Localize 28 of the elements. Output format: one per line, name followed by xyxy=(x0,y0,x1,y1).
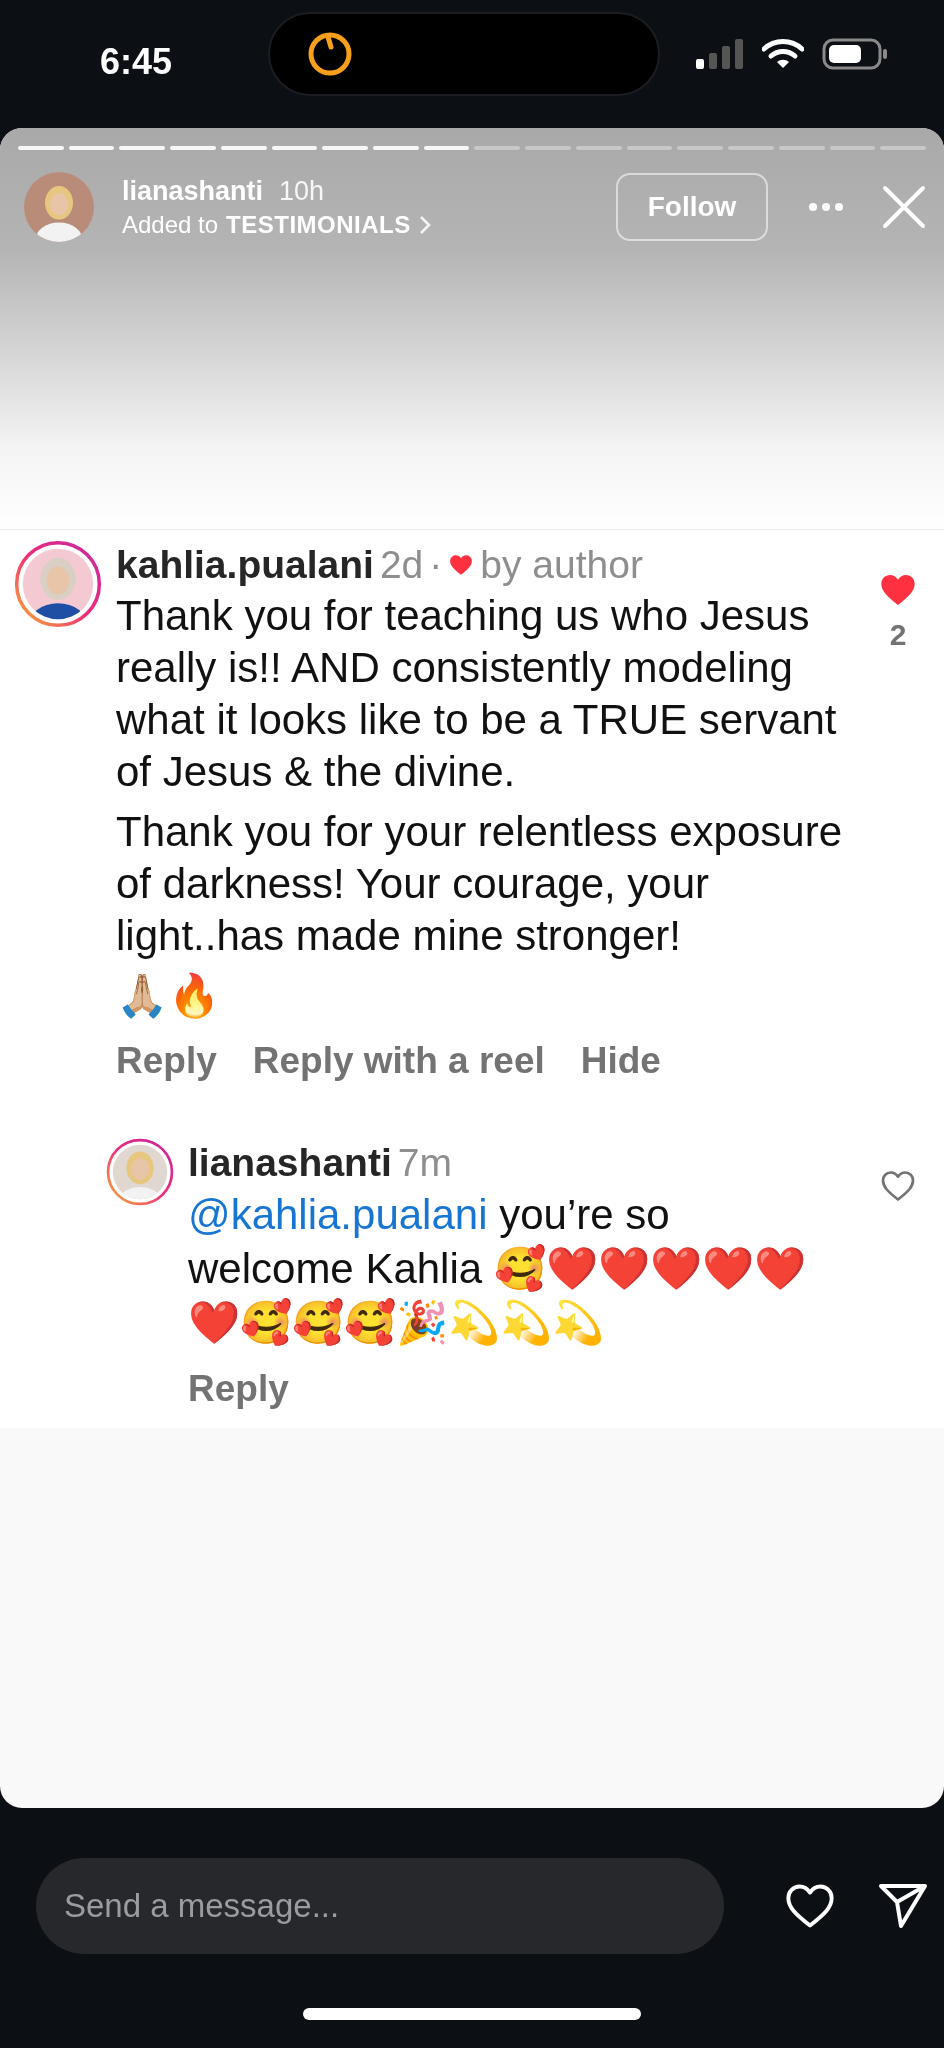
message-field[interactable]: Send a message... xyxy=(36,1858,724,1954)
send-icon[interactable] xyxy=(878,1883,928,1929)
wifi-icon xyxy=(762,39,804,69)
status-time: 6:45 xyxy=(100,41,174,83)
author-like-label: by author xyxy=(480,543,643,587)
comment-text: Thank you for your relentless exposure of darkness! Your courage, your light..has made mine stronger! xyxy=(116,807,844,961)
comment-text: Thank you for teaching us who Jesus really is!! AND consistently modeling what it looks like to be a TRUE servant of Jesus & the divine. xyxy=(116,591,838,797)
added-to-label: Added to xyxy=(122,210,219,239)
mention-link[interactable]: @kahlia.pualani xyxy=(188,1191,488,1238)
chevron-icon xyxy=(418,214,431,235)
separator: · xyxy=(429,543,443,587)
comment-time: 2d xyxy=(379,543,424,587)
reply-action[interactable]: Reply xyxy=(116,1040,217,1082)
signal-icon xyxy=(696,39,744,69)
like-count: 2 xyxy=(889,618,907,652)
reply-action[interactable]: Hide xyxy=(580,1040,661,1082)
reply-action[interactable]: Reply with a reel xyxy=(252,1040,545,1082)
heart-icon[interactable] xyxy=(784,1882,836,1930)
battery-icon xyxy=(822,38,888,70)
timer-icon xyxy=(306,30,354,78)
comment-username[interactable]: kahlia.pualani xyxy=(116,543,374,587)
reply-text: @kahlia.pualani you’re so welcome Kahlia 🥰❤❤❤❤❤❤🥰🥰🥰🎉💫💫💫 xyxy=(188,1190,807,1348)
story-time: 10h xyxy=(279,175,325,207)
reply-time: 7m xyxy=(397,1141,452,1185)
like-icon[interactable] xyxy=(880,1168,916,1204)
comment-text: 🙏🏼🔥 xyxy=(116,971,221,1021)
reply-username[interactable]: lianashanti xyxy=(188,1141,392,1185)
reply-action[interactable]: Reply xyxy=(188,1368,289,1410)
